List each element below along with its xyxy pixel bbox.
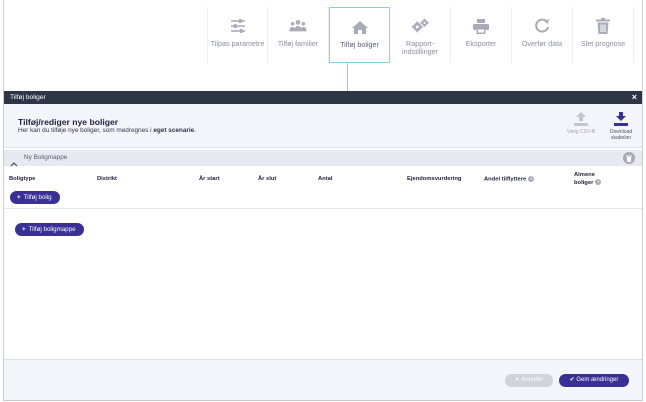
intro-text-prefix: Her kan du tilføje nye boliger, som medr… [18, 127, 154, 134]
upload-csv-button[interactable]: Vælg CSV-fil [561, 112, 601, 135]
col-almene-line1: Almene [574, 172, 595, 178]
page-title: Tilføj/rediger nye boliger [18, 117, 119, 127]
toolbar-label: Tilføj boliger [340, 40, 379, 49]
col-boligtype: Boligtype [9, 176, 36, 182]
slet-prognose-button[interactable]: Slet prognose [573, 7, 634, 63]
col-andel-tilflyttere-label: Andel tilflyttere [484, 176, 527, 183]
plus-icon: + [22, 226, 26, 233]
intro-band: Tilføj/rediger nye boliger Her kan du ti… [4, 104, 642, 148]
folder-title: Ny Boligmappe [24, 154, 68, 161]
cancel-label: Annuller [521, 377, 544, 383]
family-icon [289, 17, 307, 35]
intro-text: Her kan du tilføje nye boliger, som medr… [18, 127, 196, 134]
col-ejendomsvurdering: Ejendomsvurdering [407, 176, 462, 182]
save-label: Gem ændringer [576, 377, 619, 383]
divider [4, 208, 642, 209]
download-template-button[interactable]: Download skabelon [601, 112, 641, 141]
add-bolig-label: Tilføj bolig [23, 194, 52, 201]
col-andel-tilflyttere: Andel tilflyttere i [484, 176, 535, 183]
col-antal: Antal [318, 176, 333, 182]
folder-header[interactable]: Ny Boligmappe [4, 150, 642, 167]
delete-folder-icon[interactable] [623, 152, 635, 164]
toolbar-label: Tilpas parametre [210, 39, 265, 48]
col-aar-start: År start [199, 176, 220, 182]
plus-icon: + [17, 194, 21, 201]
home-icon [351, 18, 369, 36]
col-aar-slut: År slut [258, 176, 277, 182]
add-bolig-button[interactable]: + Tilføj bolig [10, 191, 60, 204]
info-icon[interactable]: i [595, 179, 602, 186]
tilpas-parametre-button[interactable]: Tilpas parametre [207, 7, 268, 63]
add-boligmappe-label: Tilføj boligmappe [28, 226, 76, 233]
add-boligmappe-button[interactable]: + Tilføj boligmappe [15, 223, 84, 236]
toolbar-label: Tilføj familier [277, 39, 319, 48]
panel-title: Tilføj boliger [10, 94, 46, 101]
refresh-icon [533, 17, 551, 35]
chevron-up-icon[interactable] [10, 154, 18, 172]
overfoer-data-button[interactable]: Overfør data [512, 7, 573, 63]
col-almene-boliger: Almene boliger i [574, 171, 602, 187]
download-label: Download skabelon [610, 129, 632, 141]
save-button[interactable]: ✔ Gem ændringer [559, 374, 629, 387]
printer-icon [472, 17, 490, 35]
top-toolbar: Tilpas parametre Tilføj familier Tilføj … [207, 7, 634, 63]
eksporter-button[interactable]: Eksporter [451, 7, 512, 63]
toolbar-label: Eksporter [465, 39, 497, 48]
close-icon: ✕ [514, 377, 520, 383]
col-almene-line2: boliger [574, 180, 594, 186]
gears-icon [411, 17, 429, 35]
toolbar-label: Rapport-indstillinger [402, 40, 438, 56]
download-label-line2: skabelon [610, 135, 631, 141]
upload-icon [574, 112, 588, 126]
checkmark-icon: ✔ [569, 377, 575, 383]
rapport-indstillinger-button[interactable]: Rapport-indstillinger [390, 7, 451, 63]
toolbar-label: Slet prognose [580, 39, 626, 48]
trash-icon [594, 17, 612, 35]
download-icon [614, 112, 628, 126]
tilfoej-boliger-button[interactable]: Tilføj boliger [329, 7, 390, 63]
close-icon[interactable]: × [632, 91, 637, 104]
intro-text-bold: eget scenarie [153, 127, 195, 134]
info-icon[interactable]: i [528, 176, 535, 182]
sliders-icon [229, 17, 247, 35]
tilfoej-familier-button[interactable]: Tilføj familier [268, 7, 329, 63]
upload-label: Vælg CSV-fil [566, 129, 596, 135]
toolbar-label-line2: indstillinger [402, 47, 438, 56]
cancel-button[interactable]: ✕ Annuller [505, 374, 553, 387]
intro-text-suffix: . [194, 127, 196, 134]
active-tab-connector [347, 63, 348, 91]
toolbar-label: Overfør data [521, 39, 563, 48]
col-distrikt: Distrikt [97, 176, 117, 182]
panel-header: Tilføj boliger × [4, 91, 642, 104]
